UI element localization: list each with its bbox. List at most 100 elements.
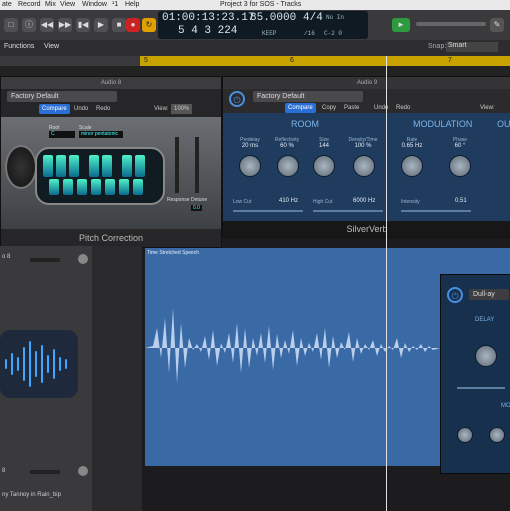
project-title: Project 3 for SOS - Tracks <box>220 1 302 8</box>
lcd-in: No In <box>326 14 345 21</box>
track-bottom-name: ny Tannoy in Rain_bip <box>2 492 61 498</box>
verb-copy-button[interactable]: Copy <box>319 103 339 113</box>
view-menu[interactable]: View <box>44 43 59 50</box>
phase-value: 60 ° <box>454 143 466 149</box>
pitch-key[interactable] <box>102 155 112 177</box>
menu-item-window[interactable]: Window <box>82 0 107 10</box>
reflectivity-value: 60 % <box>280 143 294 149</box>
menu-item-edit[interactable]: ate <box>2 0 12 10</box>
library-icon[interactable]: □ <box>4 18 18 32</box>
menu-item-record[interactable]: Record <box>18 0 41 10</box>
pitch-zoom-select[interactable]: 100% <box>171 104 193 114</box>
verb-preset-select[interactable]: Factory Default <box>253 91 363 102</box>
delay-section-title: DELAY <box>475 317 495 323</box>
delay-window: ⏻ Dull-ay DELAY MO <box>440 274 510 474</box>
ruler[interactable]: 5 6 7 <box>140 56 510 66</box>
pitch-plugin-name: Pitch Correction <box>78 233 144 243</box>
notes-icon[interactable]: ✎ <box>490 18 504 32</box>
pitch-key[interactable] <box>56 155 66 177</box>
track-pan-knob[interactable] <box>78 254 88 264</box>
record-icon[interactable]: ● <box>126 18 140 32</box>
delay-mod-knob-2[interactable] <box>489 427 505 443</box>
delay-power-icon[interactable]: ⏻ <box>447 287 463 303</box>
keyboard-display <box>35 147 165 205</box>
delay-slider[interactable] <box>457 387 505 389</box>
phase-knob[interactable] <box>449 155 471 177</box>
track-bottom-volume-slider[interactable] <box>30 470 60 474</box>
delay-preset-select[interactable]: Dull-ay <box>469 289 509 300</box>
density-knob[interactable] <box>353 155 375 177</box>
menu-item-help[interactable]: Help <box>125 0 139 10</box>
pitch-key[interactable] <box>43 155 53 177</box>
detune-label: Detune <box>191 197 208 203</box>
detune-value: 0.0 <box>191 205 202 211</box>
lcd-time: 01:00:13:23.17 <box>162 12 255 24</box>
fast-forward-icon[interactable]: ▶▶ <box>58 18 72 32</box>
scale-select[interactable]: minor pentatonic <box>79 131 123 138</box>
track-bottom-pan-knob[interactable] <box>78 466 88 476</box>
response-knob[interactable] <box>5 145 37 189</box>
size-knob[interactable] <box>313 155 335 177</box>
pitch-key[interactable] <box>63 179 73 195</box>
cycle-icon[interactable]: ↻ <box>142 18 156 32</box>
functions-menu[interactable]: Functions <box>4 43 34 50</box>
delay-mod-knob-1[interactable] <box>457 427 473 443</box>
pitch-key[interactable] <box>49 179 59 195</box>
play-icon[interactable]: ▶ <box>94 18 108 32</box>
verb-track-label: Audio 9 <box>223 77 510 89</box>
stop-icon[interactable]: ■ <box>112 18 126 32</box>
pitch-key[interactable] <box>69 155 79 177</box>
pitch-view-label: View: <box>154 106 169 112</box>
verb-compare-button[interactable]: Compare <box>285 103 316 113</box>
pitch-redo-button[interactable]: Redo <box>93 104 113 114</box>
pitch-key[interactable] <box>89 155 99 177</box>
pitch-key[interactable] <box>105 179 115 195</box>
go-to-start-icon[interactable]: ▮◀ <box>76 18 90 32</box>
menu-item-view[interactable]: View <box>60 0 75 10</box>
rate-knob[interactable] <box>401 155 423 177</box>
pitch-key[interactable] <box>77 179 87 195</box>
snap-select[interactable]: Smart <box>446 42 498 52</box>
highcut-value: 6000 Hz <box>353 198 376 204</box>
delay-mod-title: MO <box>501 403 510 409</box>
menu-item-extra[interactable]: ¹1 <box>112 0 118 10</box>
waveform <box>145 308 440 383</box>
track-top-label: o 8 <box>2 254 11 260</box>
track-volume-slider[interactable] <box>30 258 60 262</box>
master-volume-icon[interactable]: ► <box>392 18 410 32</box>
pitch-compare-button[interactable]: Compare <box>39 104 70 114</box>
track-gap <box>92 246 142 511</box>
verb-paste-button[interactable]: Paste <box>341 103 362 113</box>
rewind-icon[interactable]: ◀◀ <box>40 18 54 32</box>
pitch-undo-button[interactable]: Undo <box>71 104 91 114</box>
highcut-slider[interactable] <box>313 210 383 212</box>
ruler-mark-7: 7 <box>448 57 452 64</box>
pitch-key[interactable] <box>91 179 101 195</box>
pitch-key[interactable] <box>133 179 143 195</box>
master-volume-slider[interactable] <box>416 22 486 26</box>
highcut-label: High Cut <box>313 199 333 205</box>
power-icon[interactable]: ⏻ <box>229 91 245 107</box>
lcd-bars: 5 4 3 224 <box>178 25 238 37</box>
verb-undo-button[interactable]: Undo <box>371 103 391 113</box>
pitch-preset-select[interactable]: Factory Default <box>7 91 117 102</box>
verb-redo-button[interactable]: Redo <box>393 103 413 113</box>
response-slider[interactable] <box>175 137 179 193</box>
pitch-key[interactable] <box>135 155 145 177</box>
predelay-knob[interactable] <box>239 155 261 177</box>
playhead[interactable] <box>386 56 387 511</box>
reflectivity-knob[interactable] <box>277 155 299 177</box>
out-title: OU <box>497 119 510 129</box>
root-select[interactable]: C <box>49 131 75 138</box>
pitch-key[interactable] <box>119 179 129 195</box>
detune-slider[interactable] <box>195 137 199 193</box>
lcd-display[interactable]: 01:00:13:23.17 5 4 3 224 85.0000 KEEP 4/… <box>158 11 368 39</box>
delay-time-knob[interactable] <box>475 345 497 367</box>
intensity-slider[interactable] <box>401 210 471 212</box>
lcd-tempo: 85.0000 <box>250 12 297 24</box>
inspector-icon[interactable]: ⓘ <box>22 18 36 32</box>
lowcut-slider[interactable] <box>233 210 303 212</box>
pitch-key[interactable] <box>122 155 132 177</box>
menu-item-mix[interactable]: Mix <box>45 0 56 10</box>
lcd-division: /16 <box>304 30 315 37</box>
